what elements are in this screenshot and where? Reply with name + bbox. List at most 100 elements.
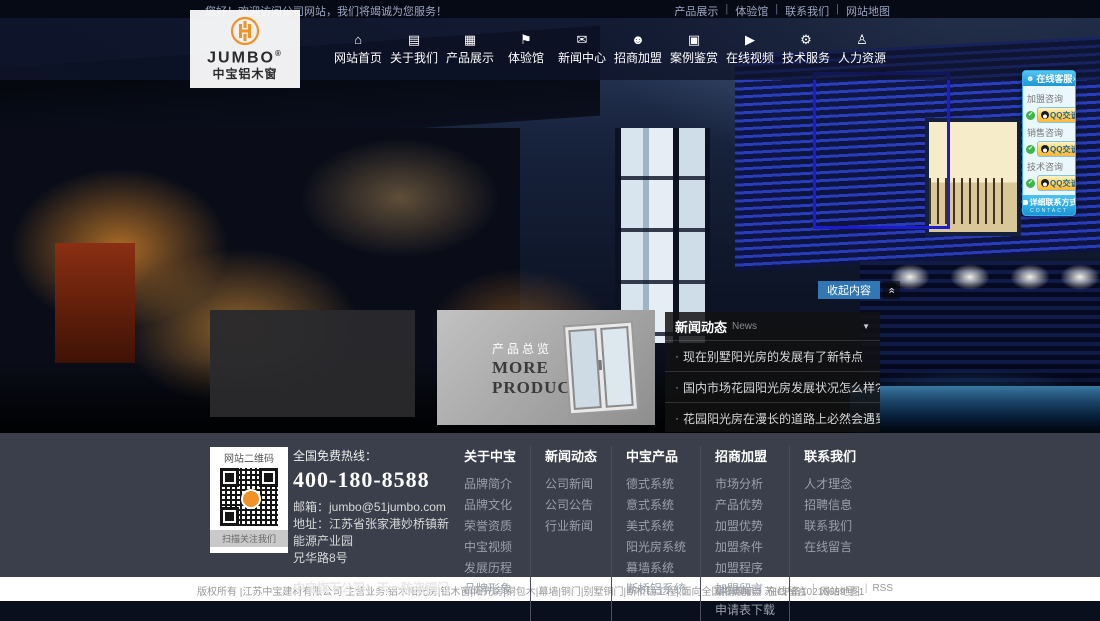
qr-code-card: 网站二维码 扫描关注我们 [210,447,288,553]
footer-link[interactable]: 加盟条件 [715,537,775,558]
topbar-link-experience[interactable]: 体验馆 [735,3,768,19]
news-item[interactable]: · 国内市场花园阳光房发展状况怎么样? [665,371,880,402]
nav-item-news[interactable]: ✉ 新闻中心 [554,18,610,80]
hotline-label: 全国免费热线： [293,447,453,464]
footer-link[interactable]: 美式系统 [626,516,686,537]
person-icon: ♙ [856,33,868,46]
products-overview-label: 产品总览 [492,340,552,357]
footer-contact-block: 全国免费热线： 400-180-8588 邮箱：jumbo@51jumbo.co… [293,447,453,596]
top-bar: 您好！欢迎访问公司网站，我们将竭诚为您服务！ 产品展示| 体验馆| 联系我们| … [0,0,1100,18]
footer-column-title: 招商加盟 [715,446,775,465]
more-products-banner[interactable]: 产品总览 MORE PRODUCTS [437,310,655,425]
footer-column-about: 关于中宝 品牌简介 品牌文化 荣誉资质 中宝视频 发展历程 品牌形象 [450,446,530,621]
qr-finder-pattern [220,468,239,487]
footer-link[interactable]: 联系我们 [804,516,856,537]
topbar-link-contact[interactable]: 联系我们 [785,3,829,19]
bullet: · [675,349,679,363]
nav-item-home[interactable]: ⌂ 网站首页 [330,18,386,80]
footer-link[interactable]: 行业新闻 [545,516,597,537]
hero-warm-glow [300,138,500,258]
footer-email: 邮箱：jumbo@51jumbo.com [293,499,453,516]
nav-item-hr[interactable]: ♙ 人力资源 [834,18,890,80]
footer-link[interactable]: 公司新闻 [545,474,597,495]
logo-emblem [230,16,260,46]
footer-link[interactable]: 加盟程序 [715,558,775,579]
footer-link[interactable]: 意式系统 [626,495,686,516]
qr-finder-pattern [220,507,239,526]
footer-link[interactable]: 品牌形象 [464,579,516,600]
qq-chat-button[interactable]: QQ交谈 [1037,107,1076,123]
footer-link[interactable]: 中宝视频 [464,537,516,558]
hotline-number: 400-180-8588 [293,467,453,493]
qr-caption[interactable]: 扫描关注我们 [210,530,288,547]
logo-subtitle: 中宝铝木窗 [212,65,277,82]
add-user-icon: ☻ [631,33,645,46]
nav-item-join[interactable]: ☻ 招商加盟 [610,18,666,80]
footer-link[interactable]: 人才理念 [804,474,856,495]
hero-dark-panel [210,310,415,417]
collapse-content-button[interactable]: 收起内容 [818,281,880,299]
qq-penguin-icon [1041,111,1049,119]
hero-red-wall [55,243,135,363]
footer-link[interactable]: 招聘信息 [804,495,856,516]
qq-penguin-icon [1041,179,1049,187]
divider: | [725,3,728,19]
footer-column-title: 关于中宝 [464,446,516,465]
footer-column-news: 新闻动态 公司新闻 公司公告 行业新闻 [530,446,611,621]
close-icon[interactable]: × [1072,74,1076,84]
location-pin-icon: ⚑ [520,33,532,46]
footer-link[interactable]: 品牌简介 [464,474,516,495]
footer-link[interactable]: 公司公告 [545,495,597,516]
nav-item-products[interactable]: ▦ 产品展示 [442,18,498,80]
divider: | [775,3,778,19]
footer-link[interactable]: 在线留言 [804,537,856,558]
collapse-toggle-button[interactable]: « [883,281,900,299]
footer-link[interactable]: 德式系统 [626,474,686,495]
nav-item-videos[interactable]: ▶ 在线视频 [722,18,778,80]
qq-penguin-icon [1041,145,1049,153]
online-status-icon: ✔ [1026,179,1035,188]
footer-link[interactable]: 阳光房系统 [626,537,686,558]
footer-link[interactable]: 加盟优势 [715,516,775,537]
topbar-link-products[interactable]: 产品展示 [674,3,718,19]
nav-item-experience-hall[interactable]: ⚑ 体验馆 [498,18,554,80]
hero-spotlight [1060,264,1100,290]
footer-link[interactable]: 幕墙系统 [626,558,686,579]
nav-item-about[interactable]: ▤ 关于我们 [386,18,442,80]
chevron-down-icon[interactable]: ▼ [862,322,870,331]
footer-link[interactable]: 市场分析 [715,474,775,495]
footer-link[interactable]: 产品优势 [715,495,775,516]
footer-link[interactable]: 发展历程 [464,558,516,579]
online-service-body: 加盟咨询 ✔ QQ交谈 销售咨询 ✔ QQ交谈 技术咨询 ✔ QQ交谈 [1023,86,1075,195]
nav-item-cases[interactable]: ▣ 案例鉴赏 [666,18,722,80]
news-item[interactable]: · 现在别墅阳光房的发展有了新特点 [665,340,880,371]
footer-link[interactable]: 品牌文化 [464,495,516,516]
footer-link[interactable]: 荣誉资质 [464,516,516,537]
online-service-panel: ☻ 在线客服 × 加盟咨询 ✔ QQ交谈 销售咨询 ✔ QQ交谈 技术咨询 ✔ … [1022,70,1076,216]
hero-spotlight [1010,264,1050,290]
news-item[interactable]: · 花园阳光房在漫长的道路上必然会遇到各种挑战 [665,402,880,433]
news-panel-header: 新闻动态 News ▼ [665,312,880,340]
chat-bubble-icon [1022,200,1028,205]
book-icon: ▤ [408,33,420,46]
footer-column-franchise: 招商加盟 市场分析 产品优势 加盟优势 加盟条件 加盟程序 加盟留言 申请表下载 [700,446,789,621]
footer-column-products: 中宝产品 德式系统 意式系统 美式系统 阳光房系统 幕墙系统 断桥铝系统 [611,446,700,621]
footer-column-title: 中宝产品 [626,446,686,465]
contact-detail-button[interactable]: 详细联系方式 CONTACT [1023,195,1075,215]
site-logo[interactable]: JUMBO® 中宝铝木窗 [190,10,300,88]
nav-item-tech-service[interactable]: ⚙ 技术服务 [778,18,834,80]
qq-chat-button[interactable]: QQ交谈 [1037,141,1076,157]
footer-address-line2: 兄华路8号 [293,550,453,567]
consult-group-label: 技术咨询 [1027,160,1072,173]
qq-chat-button[interactable]: QQ交谈 [1037,175,1076,191]
bottom-link-rss[interactable]: RSS [872,583,893,598]
contact-sub-label: CONTACT [1030,208,1068,214]
online-service-title: 在线客服 [1036,72,1072,85]
topbar-link-sitemap[interactable]: 网站地图 [846,3,890,19]
footer-link[interactable]: 加盟留言 [715,579,775,600]
footer-link[interactable]: 断桥铝系统 [626,579,686,600]
qr-code-image [220,468,278,526]
consult-group-label: 加盟咨询 [1027,92,1072,105]
footer-link[interactable]: 申请表下载 [715,600,775,621]
online-service-header: ☻ 在线客服 × [1023,71,1075,86]
